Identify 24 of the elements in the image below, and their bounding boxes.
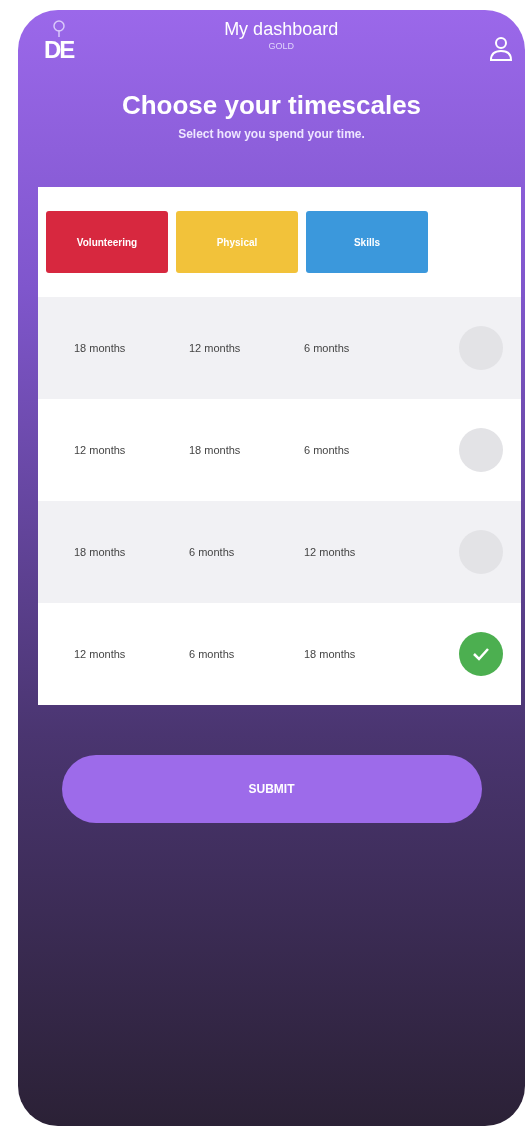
duration-cell-text: 12 months — [304, 544, 357, 560]
logo-text: DE — [44, 38, 74, 62]
duration-cell-text: 18 months — [304, 646, 357, 662]
duration-cell-text: 18 months — [74, 340, 127, 356]
unselected-circle-icon[interactable] — [459, 428, 503, 472]
duration-cell-text: 6 months — [189, 646, 236, 662]
duration-cell-text: 18 months — [189, 442, 242, 458]
category-label: Skills — [306, 211, 428, 273]
category-label: Volunteering — [46, 211, 168, 273]
category-label: Physical — [176, 211, 298, 273]
page-title: My dashboard — [224, 20, 339, 40]
duration-cell-text: 12 months — [74, 442, 127, 458]
instruction-text: Select how you spend your time. — [177, 126, 366, 143]
duration-cell-text: 6 months — [304, 340, 351, 356]
duration-cell-text: 6 months — [189, 544, 236, 560]
duration-cell-text: 12 months — [189, 340, 242, 356]
level-label: GOLD — [267, 39, 295, 53]
profile-icon[interactable] — [489, 36, 513, 62]
submit-button[interactable]: SUBMIT — [61, 755, 482, 823]
selected-check-icon[interactable] — [459, 632, 503, 676]
heading: Choose your timescales — [120, 89, 423, 122]
duration-cell-text: 6 months — [304, 442, 351, 458]
duration-cell-text: 18 months — [74, 544, 127, 560]
duration-cell-text: 12 months — [74, 646, 127, 662]
